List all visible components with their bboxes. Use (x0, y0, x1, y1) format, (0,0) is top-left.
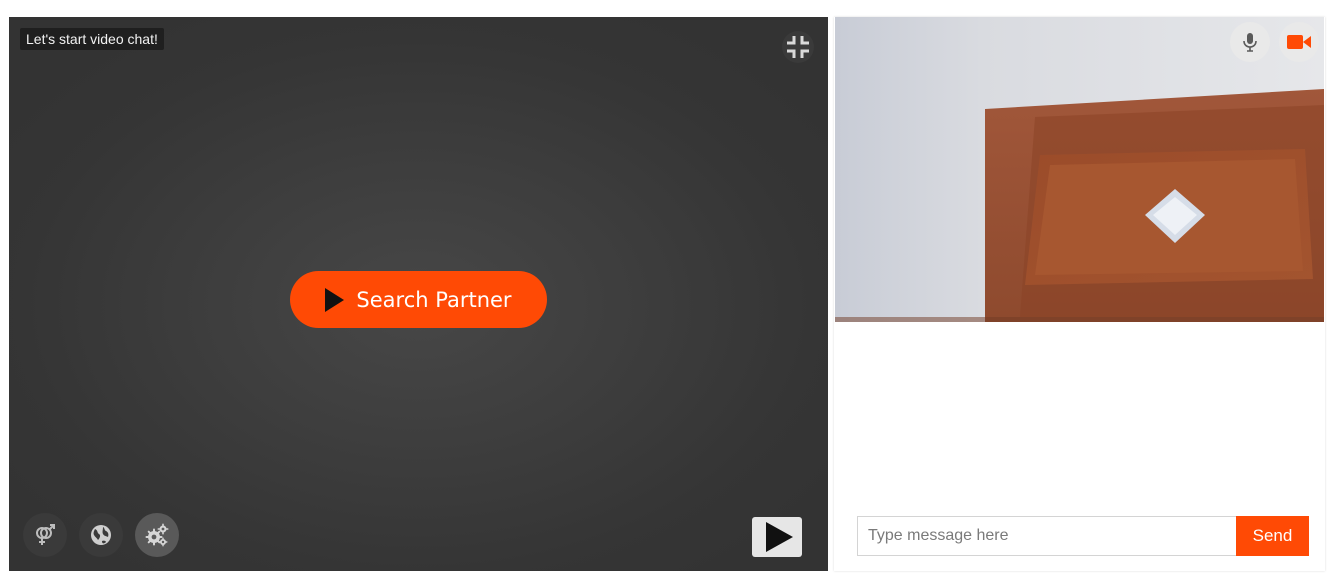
search-partner-label: Search Partner (356, 287, 512, 312)
microphone-icon (1243, 33, 1257, 52)
chat-panel: Send (834, 17, 1325, 571)
video-camera-icon (1287, 35, 1311, 49)
play-icon (325, 287, 345, 312)
camera-toggle[interactable] (1279, 22, 1319, 62)
start-button[interactable] (752, 517, 802, 557)
exit-fullscreen-button[interactable] (782, 31, 814, 63)
gender-filter-button[interactable] (23, 513, 67, 557)
partner-video-stage: Let's start video chat! Search Partner (9, 17, 828, 571)
play-icon (765, 522, 793, 552)
status-label: Let's start video chat! (20, 28, 164, 50)
settings-button[interactable] (135, 513, 179, 557)
country-filter-button[interactable] (79, 513, 123, 557)
camera-feed-image (835, 17, 1324, 322)
chat-message-input[interactable] (857, 516, 1236, 556)
self-camera-view (835, 17, 1324, 322)
globe-icon (91, 525, 111, 545)
microphone-toggle[interactable] (1230, 22, 1270, 62)
compress-icon (787, 36, 809, 58)
gender-icon (36, 524, 55, 545)
send-button[interactable]: Send (1236, 516, 1309, 556)
gears-icon (145, 523, 169, 547)
search-partner-button[interactable]: Search Partner (290, 271, 547, 328)
